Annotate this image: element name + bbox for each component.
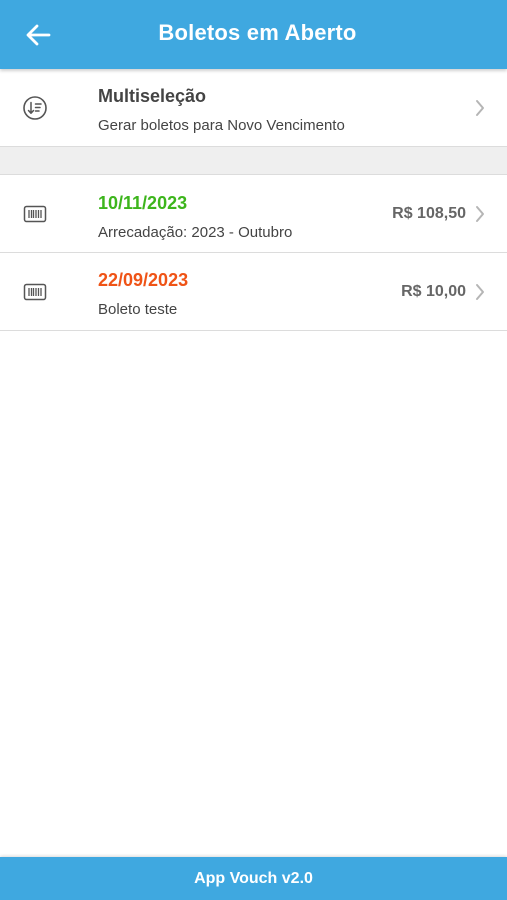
boleto-amount: R$ 10,00	[401, 283, 466, 300]
header-bar: Boletos em Aberto	[0, 0, 507, 69]
chevron-right-icon	[473, 99, 487, 117]
boleto-description: Arrecadação: 2023 - Outubro	[98, 224, 293, 241]
app-screen: Boletos em Aberto Multiseleção Gerar bol…	[0, 0, 507, 900]
page-title: Boletos em Aberto	[158, 20, 357, 45]
boleto-row[interactable]: 22/09/2023 Boleto teste R$ 10,00	[0, 253, 507, 331]
barcode-icon	[22, 201, 48, 227]
boleto-description: Boleto teste	[98, 301, 178, 318]
multiselect-title: Multiseleção	[98, 86, 207, 106]
barcode-icon	[22, 279, 48, 305]
multiselect-subtitle: Gerar boletos para Novo Vencimento	[98, 117, 345, 134]
boletos-list: Multiseleção Gerar boletos para Novo Ven…	[0, 69, 507, 331]
app-version-label: App Vouch v2.0	[194, 869, 313, 887]
boleto-due-date: 10/11/2023	[98, 193, 188, 213]
chevron-right-icon	[473, 205, 487, 223]
app-version-footer: App Vouch v2.0	[0, 857, 507, 900]
sort-list-circle-icon	[22, 95, 48, 121]
chevron-right-icon	[473, 283, 487, 301]
boleto-due-date: 22/09/2023	[98, 270, 189, 290]
boleto-row[interactable]: 10/11/2023 Arrecadação: 2023 - Outubro R…	[0, 175, 507, 253]
boleto-amount: R$ 108,50	[392, 205, 466, 222]
section-divider	[0, 147, 507, 175]
multiselect-row[interactable]: Multiseleção Gerar boletos para Novo Ven…	[0, 69, 507, 147]
